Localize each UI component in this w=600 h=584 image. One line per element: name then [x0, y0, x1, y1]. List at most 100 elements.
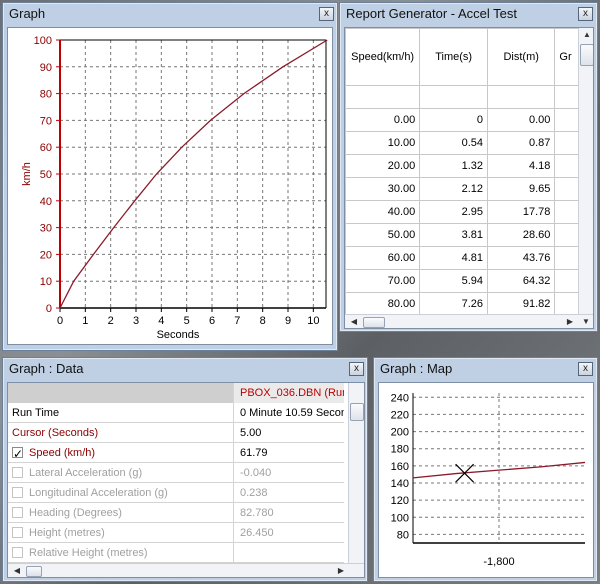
map-chart-svg: 240 220 200 180 160 140 120 100 80 -1,800 — [391, 392, 586, 568]
report-cell: 4.18 — [486, 154, 556, 178]
report-window-title: Report Generator - Accel Test — [346, 6, 518, 21]
report-row[interactable]: 70.00 5.94 64.32 — [345, 269, 593, 293]
report-cell: 3.81 — [419, 223, 488, 247]
report-column-header[interactable]: Dist(m) — [486, 28, 556, 86]
data-window-title: Graph : Data — [9, 361, 84, 376]
x-tick-label: 5 — [184, 315, 190, 327]
y-tick-label: 20 — [40, 249, 52, 261]
y-axis-label: km/h — [21, 162, 33, 186]
x-tick-label: 3 — [133, 315, 139, 327]
report-column-header[interactable]: Speed(km/h) — [345, 28, 421, 86]
report-header-row: Speed(km/h) Time(s) Dist(m) Gr — [345, 28, 593, 86]
channel-checkbox[interactable] — [12, 546, 23, 558]
x-tick-label: 9 — [285, 315, 291, 327]
data-row-label: Longitudinal Acceleration (g) — [8, 483, 234, 503]
data-close-button[interactable]: x — [349, 362, 364, 376]
data-vertical-scrollbar[interactable] — [348, 383, 364, 563]
report-blank-row — [345, 85, 593, 109]
report-vscroll-thumb[interactable] — [580, 44, 593, 66]
report-cell: 1.32 — [419, 154, 488, 178]
data-row-value: 26.450 — [240, 527, 274, 539]
y-tick-label: 90 — [40, 62, 52, 74]
map-y-tick-label: 180 — [391, 444, 409, 456]
data-row[interactable]: Run Time 0 Minute 10.59 Seconds — [8, 403, 344, 423]
data-row-label-text: Lateral Acceleration (g) — [29, 467, 143, 479]
report-cell: 70.00 — [345, 269, 421, 293]
report-horizontal-scrollbar[interactable]: ◀ ▶ ▼ — [345, 314, 593, 328]
y-tick-label: 10 — [40, 276, 52, 288]
data-row-value: 0 Minute 10.59 Seconds — [240, 407, 344, 419]
scroll-right-arrow[interactable]: ▶ — [563, 315, 577, 328]
speed-time-chart[interactable]: 0 1 2 3 4 5 6 7 8 9 10 0 10 20 30 40 50 60 70 80 90 100 Second… — [7, 27, 333, 345]
y-tick-label: 40 — [40, 196, 52, 208]
data-row-label-text: Cursor (Seconds) — [12, 427, 99, 439]
map-close-button[interactable]: x — [578, 362, 593, 376]
x-tick-label: 6 — [209, 315, 215, 327]
report-cell: 2.95 — [419, 200, 488, 224]
report-cell — [345, 85, 421, 109]
graph-window: Graph x 0 1 2 3 4 5 6 7 8 9 10 0 10 20 30 40 50 60 70 80 90 1… — [2, 2, 338, 351]
report-close-button[interactable]: x — [578, 7, 593, 21]
map-y-tick-label: 140 — [391, 478, 409, 490]
data-row[interactable]: Longitudinal Acceleration (g) 0.238 — [8, 483, 344, 503]
data-horizontal-scrollbar[interactable]: ◀ ▶ — [8, 563, 364, 577]
data-row-label-text: Height (metres) — [29, 527, 105, 539]
data-row-label: Speed (km/h) — [8, 443, 234, 463]
report-cell: 2.12 — [419, 177, 488, 201]
data-row-value: 61.79 — [240, 447, 268, 459]
data-row[interactable]: Lateral Acceleration (g) -0.040 — [8, 463, 344, 483]
report-column-header[interactable]: Time(s) — [419, 28, 488, 86]
report-row[interactable]: 50.00 3.81 28.60 — [345, 223, 593, 247]
data-row-value — [234, 543, 344, 563]
report-row[interactable]: 0.00 0 0.00 — [345, 108, 593, 132]
report-row[interactable]: 60.00 4.81 43.76 — [345, 246, 593, 270]
data-row[interactable]: Heading (Degrees) 82.780 — [8, 503, 344, 523]
graph-close-button[interactable]: x — [319, 7, 334, 21]
report-cell: 28.60 — [486, 223, 556, 247]
x-tick-label: 0 — [57, 315, 63, 327]
report-cell: 5.94 — [419, 269, 488, 293]
data-row-label: Height (metres) — [8, 523, 234, 543]
map-x-tick-label: -1,800 — [483, 556, 514, 568]
report-row[interactable]: 10.00 0.54 0.87 — [345, 131, 593, 155]
report-row[interactable]: 30.00 2.12 9.65 — [345, 177, 593, 201]
data-row[interactable]: Height (metres) 26.450 — [8, 523, 344, 543]
report-cell: 50.00 — [345, 223, 421, 247]
map-y-tick-label: 160 — [391, 461, 409, 473]
data-row-value: 0.238 — [240, 487, 268, 499]
report-row[interactable]: 40.00 2.95 17.78 — [345, 200, 593, 224]
data-scroll-right-arrow[interactable]: ▶ — [334, 564, 348, 577]
channel-checkbox[interactable] — [12, 444, 23, 463]
report-cell: 0.00 — [345, 108, 421, 132]
data-hscroll-thumb[interactable] — [26, 566, 42, 577]
run-header: PBOX_036.DBN (Run 4) — [234, 383, 344, 403]
report-cell: 7.26 — [419, 292, 488, 316]
report-cell: 17.78 — [486, 200, 556, 224]
data-row-label: Lateral Acceleration (g) — [8, 463, 234, 483]
y-tick-label: 80 — [40, 89, 52, 101]
channel-checkbox[interactable] — [12, 466, 23, 478]
scroll-up-arrow[interactable]: ▲ — [580, 28, 593, 42]
channel-checkbox[interactable] — [12, 506, 23, 518]
data-scroll-left-arrow[interactable]: ◀ — [10, 564, 24, 577]
channel-checkbox[interactable] — [12, 486, 23, 498]
map-y-tick-label: 220 — [391, 409, 409, 421]
channel-checkbox[interactable] — [12, 526, 23, 538]
graph-window-title: Graph — [9, 6, 46, 21]
data-row[interactable]: Relative Height (metres) — [8, 543, 344, 563]
report-row[interactable]: 80.00 7.26 91.82 — [345, 292, 593, 316]
report-vertical-scrollbar[interactable]: ▲ — [578, 28, 593, 314]
data-row[interactable]: Cursor (Seconds) 5.00 — [8, 423, 344, 443]
report-cell: 60.00 — [345, 246, 421, 270]
data-vscroll-thumb[interactable] — [350, 403, 364, 421]
scroll-left-arrow[interactable]: ◀ — [347, 315, 361, 328]
report-hscroll-thumb[interactable] — [363, 317, 385, 328]
map-window-title: Graph : Map — [380, 361, 453, 376]
data-row-label-text: Relative Height (metres) — [29, 547, 148, 559]
report-row[interactable]: 20.00 1.32 4.18 — [345, 154, 593, 178]
data-row[interactable]: Speed (km/h) 61.79 — [8, 443, 344, 463]
scroll-down-arrow[interactable]: ▼ — [579, 315, 593, 328]
map-y-tick-label: 100 — [391, 512, 409, 524]
map-chart[interactable]: 240 220 200 180 160 140 120 100 80 -1,800 — [378, 382, 594, 578]
report-cell: 91.82 — [486, 292, 556, 316]
